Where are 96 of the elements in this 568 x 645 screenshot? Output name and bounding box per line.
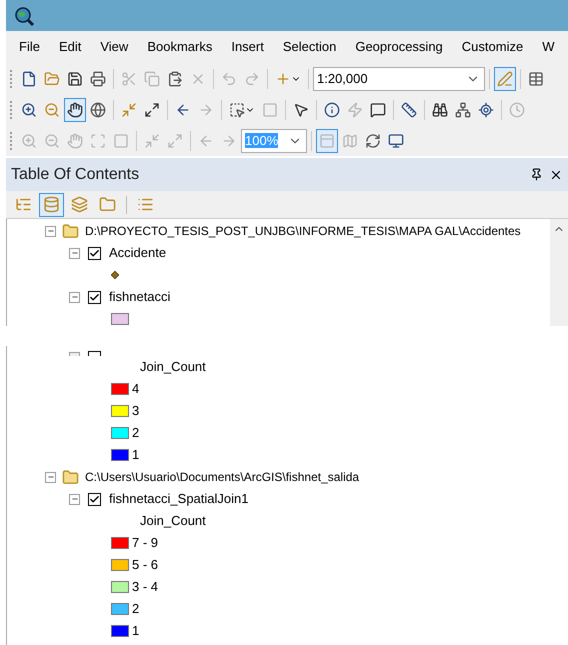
hand-icon — [67, 132, 83, 148]
layer-name[interactable]: fishnetacci — [109, 287, 170, 307]
pen-icon — [497, 70, 513, 86]
class-label: 2 — [132, 424, 140, 442]
class-label: 3 - 4 — [132, 578, 158, 596]
zoom-in-icon — [21, 132, 37, 148]
menu-item[interactable]: Selection — [282, 37, 336, 57]
layer-checkbox[interactable] — [88, 246, 101, 260]
globe-icon — [90, 102, 106, 118]
collapse-toggle[interactable] — [45, 226, 56, 236]
data-source-path[interactable]: C:\Users\Usuario\Documents\ArcGIS\fishnet_salida — [85, 468, 360, 486]
hand-button[interactable] — [64, 98, 86, 122]
database-icon — [43, 196, 60, 213]
class-label: 7 - 9 — [132, 534, 158, 552]
collapse-toggle[interactable] — [69, 494, 80, 504]
save-icon — [67, 70, 83, 86]
grip-icon[interactable] — [10, 70, 13, 88]
layer-checkbox[interactable] — [88, 290, 101, 304]
pin-icon[interactable] — [530, 168, 543, 181]
new-document-icon — [21, 70, 37, 86]
menu-item[interactable]: Insert — [231, 37, 264, 57]
redo-icon — [244, 70, 260, 86]
speech-bubble-icon — [370, 102, 386, 118]
checkmark-icon — [89, 494, 100, 504]
clock-icon — [509, 102, 525, 118]
list-icon — [137, 196, 154, 213]
zoom-out-icon — [44, 132, 60, 148]
class-label: 1 — [132, 622, 140, 640]
field-heading: Join_Count — [140, 512, 206, 530]
hand-icon — [67, 102, 83, 118]
globe-magnifier-icon — [14, 6, 34, 26]
zoom-out-icon — [44, 102, 60, 118]
zoom-in-icon — [21, 102, 37, 118]
menu-item[interactable]: View — [100, 37, 128, 57]
folder-icon — [62, 222, 79, 240]
arrows-outward-icon — [167, 132, 183, 148]
data-source-path[interactable]: D:\PROYECTO_TESIS_POST_UNJBG\INFORME_TESIS\MAPA GAL\Accidentes — [85, 222, 521, 240]
layer-checkbox[interactable] — [88, 492, 101, 506]
page-icon — [319, 132, 335, 148]
frame-icon — [90, 132, 106, 148]
grip-icon[interactable] — [10, 132, 13, 150]
database-view-tab[interactable] — [39, 192, 64, 216]
refresh-icon — [365, 132, 381, 148]
map-icon — [342, 132, 358, 148]
folder-icon — [99, 196, 116, 213]
table-icon — [528, 70, 544, 86]
tree-icon — [15, 196, 32, 213]
panel-title: Table Of Contents — [11, 164, 140, 184]
monitor-icon — [388, 132, 404, 148]
class-label: 4 — [132, 380, 140, 398]
plus-icon — [275, 70, 291, 86]
class-label: 2 — [132, 600, 140, 618]
checkmark-icon — [89, 292, 100, 302]
class-label: 3 — [132, 402, 140, 420]
pen-button[interactable] — [494, 66, 516, 90]
menu-item[interactable]: File — [19, 37, 40, 57]
lightning-icon — [347, 102, 363, 118]
arrows-inward-icon — [144, 132, 160, 148]
menu-item[interactable]: W — [542, 37, 554, 57]
grip-icon[interactable] — [10, 100, 13, 118]
network-icon — [455, 102, 471, 118]
printer-icon — [90, 70, 106, 86]
menu-item[interactable]: Bookmarks — [147, 37, 212, 57]
menu-item[interactable]: Edit — [58, 37, 82, 57]
square-icon — [262, 102, 278, 118]
square-icon — [113, 132, 129, 148]
layer-name[interactable]: Accidente — [109, 243, 166, 263]
layer-checkbox[interactable] — [88, 351, 101, 356]
scissors-icon — [121, 70, 137, 86]
undo-icon — [221, 70, 237, 86]
collapse-toggle[interactable] — [69, 248, 80, 258]
folder-icon — [44, 70, 60, 86]
layers-icon — [71, 196, 88, 213]
copy-icon — [144, 70, 160, 86]
info-icon — [324, 102, 340, 118]
field-heading: Join_Count — [140, 358, 206, 376]
arrows-outward-icon — [144, 102, 160, 118]
pointer-icon — [293, 102, 309, 118]
ruler-icon — [401, 102, 417, 118]
arrow-right-icon — [221, 132, 237, 148]
paste-icon — [167, 70, 183, 86]
folder-icon — [62, 468, 79, 486]
layer-name[interactable]: fishnetacci_SpatialJoin1 — [109, 489, 248, 509]
menu-item[interactable]: Customize — [462, 37, 524, 57]
arrows-inward-icon — [121, 102, 137, 118]
menu-item[interactable]: Geoprocessing — [355, 37, 443, 57]
binoculars-icon — [432, 102, 448, 118]
select-icon — [229, 102, 245, 118]
class-label: 1 — [132, 446, 140, 464]
collapse-toggle[interactable] — [45, 472, 56, 482]
class-label: 5 - 6 — [132, 556, 158, 574]
scale-combo[interactable]: 1:20,000 — [313, 66, 485, 90]
collapse-toggle[interactable] — [69, 292, 80, 302]
target-icon — [478, 102, 494, 118]
checkmark-icon — [89, 248, 100, 258]
scrollbar[interactable] — [550, 219, 568, 326]
